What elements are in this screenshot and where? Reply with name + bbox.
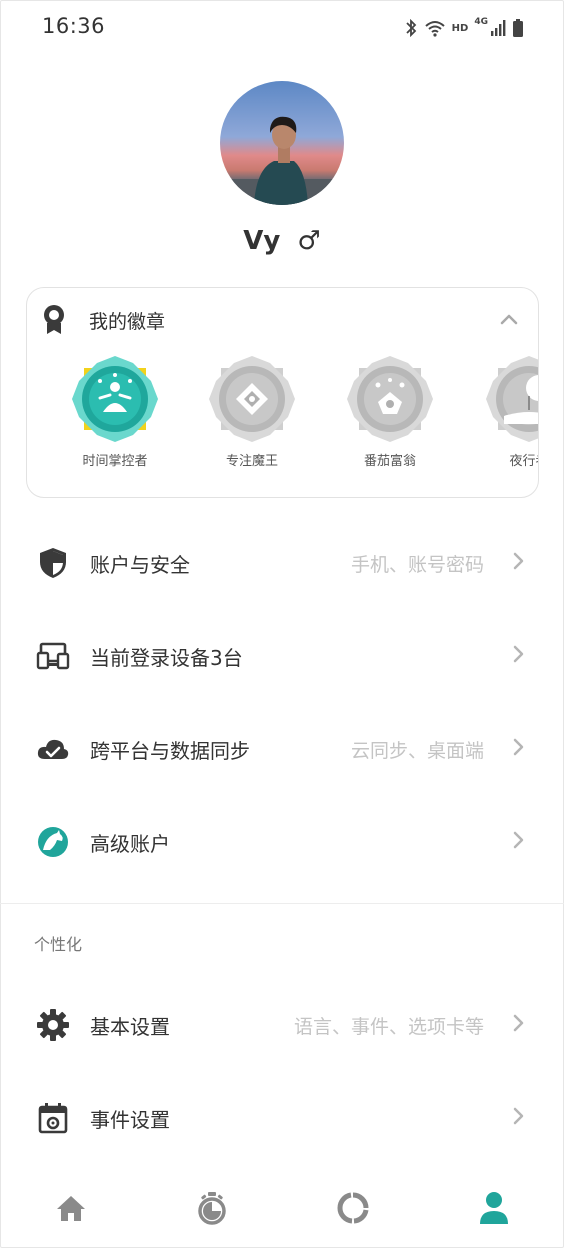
avatar[interactable] (220, 81, 344, 205)
badge-list: 时间掌控者 专注魔王 番茄富翁 夜行 (27, 354, 538, 484)
menu-label: 跨平台与数据同步 (90, 739, 250, 763)
bottom-tab-bar (0, 1170, 564, 1246)
status-bar: 16:36 HD 4G (0, 0, 564, 56)
badge-item[interactable]: 专注魔王 (192, 354, 312, 469)
menu-label: 基本设置 (90, 1015, 170, 1039)
shield-icon (36, 546, 70, 580)
chevron-right-icon (512, 738, 524, 760)
chevron-right-icon (512, 1014, 524, 1036)
stats-ring-icon (336, 1192, 368, 1224)
battery-icon (513, 19, 523, 37)
tab-timer[interactable] (141, 1170, 282, 1246)
badge-name: 夜行者 (509, 454, 538, 469)
tab-profile[interactable] (423, 1170, 564, 1246)
tab-statistics[interactable] (282, 1170, 423, 1246)
badge-item[interactable]: 番茄富翁 (330, 354, 450, 469)
menu-label: 事件设置 (90, 1108, 170, 1132)
menu-hint: 手机、账号密码 (350, 554, 484, 576)
hd-indicator: HD (451, 22, 469, 34)
network-type: 4G (474, 17, 488, 27)
chevron-right-icon (512, 831, 524, 853)
menu-account-security[interactable]: 账户与安全 手机、账号密码 (0, 532, 564, 592)
home-icon (56, 1196, 85, 1221)
medal-icon (41, 303, 67, 339)
meditation-badge-icon (72, 356, 158, 442)
menu-logged-devices[interactable]: 当前登录设备3台 (0, 625, 564, 685)
username: Vy (243, 226, 281, 256)
focus-badge-icon (209, 356, 295, 442)
chevron-right-icon (512, 552, 524, 574)
menu-event-settings[interactable]: 事件设置 (0, 1087, 564, 1147)
wifi-icon (425, 21, 445, 37)
menu-label: 高级账户 (90, 832, 170, 856)
cloud-sync-icon (36, 732, 70, 766)
badge-item[interactable]: 夜行者 (469, 354, 538, 469)
tab-home[interactable] (0, 1170, 141, 1246)
badge-name: 专注魔王 (225, 454, 278, 469)
menu-label: 账户与安全 (90, 553, 190, 577)
menu-cross-platform-sync[interactable]: 跨平台与数据同步 云同步、桌面端 (0, 718, 564, 778)
devices-icon (36, 639, 70, 673)
status-time: 16:36 (42, 14, 106, 38)
timer-icon (197, 1192, 226, 1225)
status-icons: HD 4G (404, 16, 524, 40)
tomato-badge-icon (347, 356, 433, 442)
chevron-right-icon (512, 645, 524, 667)
badge-name: 时间掌控者 (82, 454, 148, 469)
personalization-section-title: 个性化 (34, 935, 83, 954)
badge-item[interactable]: 时间掌控者 (55, 354, 175, 469)
gender-male-icon: ♂ (297, 226, 321, 256)
badge-card: 我的徽章 时间掌控者 专注魔王 番茄富翁 夜行 (26, 287, 539, 498)
signal-icon (491, 20, 506, 36)
gear-icon (36, 1008, 70, 1042)
badge-name: 番茄富翁 (363, 454, 416, 469)
menu-hint: 语言、事件、选项卡等 (293, 1016, 484, 1038)
menu-premium-account[interactable]: 高级账户 (0, 811, 564, 871)
chevron-up-icon[interactable] (500, 310, 518, 329)
menu-hint: 云同步、桌面端 (350, 740, 484, 762)
profile-icon (479, 1192, 508, 1224)
menu-label: 当前登录设备3台 (90, 646, 243, 670)
section-divider (0, 903, 564, 904)
calendar-gear-icon (36, 1101, 70, 1135)
bluetooth-icon (406, 19, 416, 37)
premium-horse-icon (36, 825, 70, 859)
night-owl-badge-icon (486, 356, 538, 442)
menu-basic-settings[interactable]: 基本设置 语言、事件、选项卡等 (0, 994, 564, 1054)
badge-section-title: 我的徽章 (89, 311, 166, 333)
chevron-right-icon (512, 1107, 524, 1129)
username-row: Vy ♂ (0, 226, 564, 256)
